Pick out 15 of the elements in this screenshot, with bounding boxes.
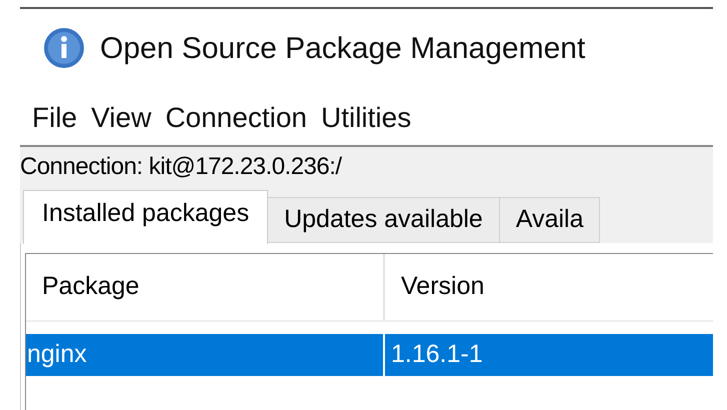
table-cell-text: 1.16.1-1 bbox=[390, 339, 484, 370]
connection-label: Connection: kit@172.23.0.236:/ bbox=[20, 152, 342, 182]
menu-item[interactable]: View bbox=[91, 97, 152, 139]
tab[interactable]: Updates available bbox=[268, 197, 500, 243]
tab[interactable]: Availa bbox=[500, 197, 600, 243]
menu-item[interactable]: File bbox=[32, 97, 78, 139]
column-header[interactable]: Version bbox=[385, 254, 713, 320]
column-header[interactable]: Package bbox=[26, 254, 385, 320]
table-cell: nginx bbox=[26, 334, 385, 376]
menu-item[interactable]: Utilities bbox=[320, 97, 412, 139]
table-row[interactable]: nginx 1.16.1-1 bbox=[26, 334, 713, 376]
window-title: Open Source Package Management bbox=[100, 30, 586, 66]
tab[interactable]: Installed packages bbox=[23, 190, 268, 244]
info-icon bbox=[42, 26, 86, 70]
menu-item[interactable]: Connection bbox=[165, 97, 307, 139]
